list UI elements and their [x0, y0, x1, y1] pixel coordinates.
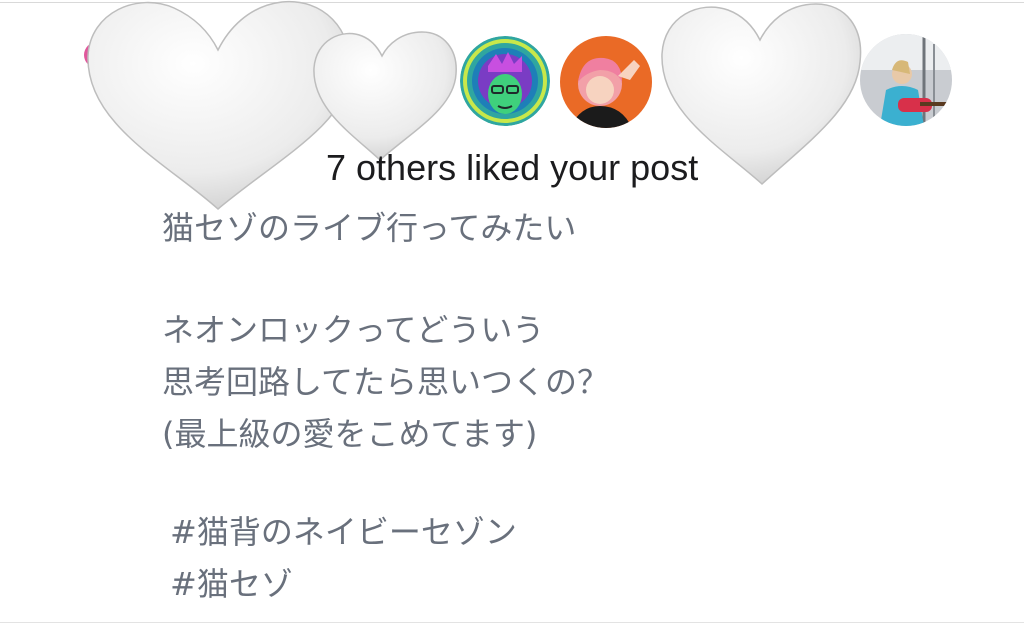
partial-avatar — [84, 42, 110, 68]
liked-post-notification-text: 7 others liked your post — [326, 147, 699, 188]
top-divider — [0, 2, 1024, 3]
bottom-divider — [0, 622, 1024, 623]
heart-sticker-middle — [313, 31, 457, 162]
guitarist-avatar[interactable] — [860, 34, 952, 126]
hashtag-link-2[interactable]: #猫セゾ — [170, 562, 293, 606]
orange-bg-avatar[interactable] — [560, 36, 652, 128]
post-line-4: (最上級の愛をこめてます) — [162, 415, 538, 453]
post-line-3: 思考回路してたら思いつくの？ — [162, 363, 610, 401]
hashtag-link-1[interactable]: #猫背のネイビーセゾン — [170, 510, 517, 554]
neon-face-avatar[interactable] — [460, 36, 550, 126]
post-line-1: 猫セゾのライブ行ってみたい — [162, 209, 577, 247]
heart-sticker-left — [87, 0, 352, 210]
post-line-2: ネオンロックってどういう — [162, 311, 545, 349]
